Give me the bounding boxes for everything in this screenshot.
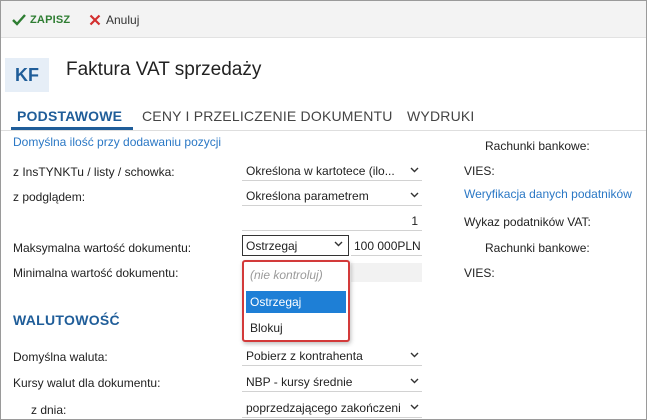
tab-wydruki[interactable]: WYDRUKI (407, 108, 475, 124)
vies-label-1: VIES: (464, 164, 495, 178)
max-value-amount: 100 000PLN (354, 239, 421, 253)
tab-ceny[interactable]: CENY I PRZELICZENIE DOKUMENTU (142, 108, 393, 124)
active-tab-indicator (11, 127, 133, 130)
vat-list-label: Wykaz podatników VAT: (464, 215, 591, 229)
max-value-mode-dropdown: (nie kontroluj) Ostrzegaj Blokuj (242, 260, 350, 342)
save-button-label: ZAPISZ (30, 14, 71, 26)
quantity-input[interactable]: 1 (242, 212, 422, 231)
cancel-button[interactable]: Anuluj (89, 11, 139, 29)
preview-value: Określona parametrem (246, 189, 369, 203)
vies-label-2: VIES: (464, 266, 495, 280)
date-label: z dnia: (31, 403, 67, 417)
chevron-down-icon (410, 352, 419, 358)
quantity-value: 1 (411, 214, 418, 228)
chevron-down-icon (410, 192, 419, 198)
max-value-mode-value: Ostrzegaj (246, 239, 298, 253)
page-title: Faktura VAT sprzedaży (66, 59, 262, 80)
quantity-section-link[interactable]: Domyślna ilość przy dodawaniu pozycji (13, 135, 221, 149)
app-window: ZAPISZ Anuluj KF Faktura VAT sprzedaży P… (0, 0, 647, 420)
dropdown-option-warn[interactable]: Ostrzegaj (246, 291, 346, 313)
min-value-amount-disabled (351, 263, 422, 282)
currency-section-title: WALUTOWOŚĆ (13, 312, 120, 328)
chevron-down-icon (410, 404, 419, 410)
preview-select[interactable]: Określona parametrem (242, 187, 422, 206)
cancel-button-label: Anuluj (106, 13, 140, 27)
taxpayer-verification-link[interactable]: Weryfikacja danych podatników (464, 187, 632, 201)
rates-label: Kursy walut dla dokumentu: (13, 376, 161, 390)
save-button[interactable]: ZAPISZ (12, 11, 70, 29)
default-currency-label: Domyślna waluta: (13, 350, 108, 364)
max-value-amount-input[interactable]: 100 000PLN (351, 237, 422, 256)
dropdown-option-block[interactable]: Blokuj (246, 317, 346, 339)
chevron-down-icon (410, 378, 419, 384)
chevron-down-icon (410, 167, 419, 173)
tab-podstawowe[interactable]: PODSTAWOWE (17, 108, 122, 124)
rates-select[interactable]: NBP - kursy średnie (242, 373, 422, 392)
tab-bar: PODSTAWOWE CENY I PRZELICZENIE DOKUMENTU… (1, 104, 646, 131)
bank-accounts-label-1: Rachunki bankowe: (485, 139, 590, 153)
default-currency-value: Pobierz z kontrahenta (246, 349, 363, 363)
document-type-badge: KF (5, 58, 49, 92)
max-value-label: Maksymalna wartość dokumentu: (13, 241, 192, 255)
date-value: poprzedzającego zakończeni (246, 401, 401, 415)
preview-label: z podglądem: (13, 190, 86, 204)
from-list-select[interactable]: Określona w kartotece (ilo... (242, 162, 422, 181)
min-value-label: Minimalna wartość dokumentu: (13, 266, 179, 280)
close-icon (89, 14, 101, 26)
date-select[interactable]: poprzedzającego zakończeni (242, 399, 422, 418)
from-list-label: z InsTYNKTu / listy / schowka: (13, 165, 175, 179)
checkmark-icon (12, 14, 26, 26)
rates-value: NBP - kursy średnie (246, 375, 353, 389)
max-value-mode-select[interactable]: Ostrzegaj (242, 235, 349, 256)
toolbar: ZAPISZ Anuluj (1, 1, 646, 38)
from-list-value: Określona w kartotece (ilo... (246, 164, 395, 178)
chevron-down-icon (334, 241, 343, 247)
dropdown-option-none[interactable]: (nie kontroluj) (246, 264, 346, 286)
bank-accounts-label-2: Rachunki bankowe: (485, 241, 590, 255)
default-currency-select[interactable]: Pobierz z kontrahenta (242, 347, 422, 366)
